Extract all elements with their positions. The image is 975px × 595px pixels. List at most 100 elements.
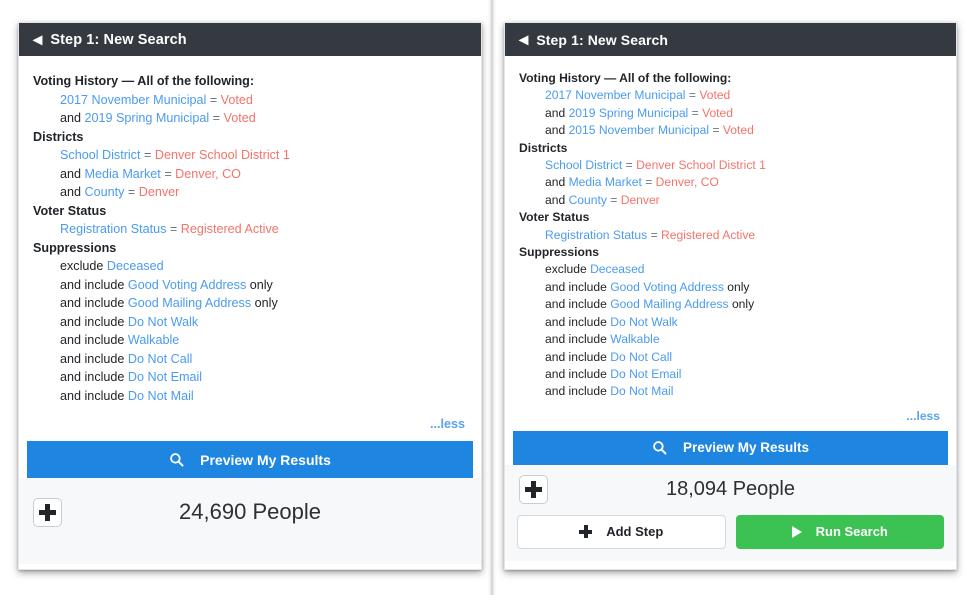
criteria-line[interactable]: and include Do Not Walk [519,314,942,331]
criteria-line[interactable]: and include Do Not Call [519,349,942,366]
criteria-field[interactable]: Registration Status [60,222,166,236]
criteria-line[interactable]: and include Do Not Call [33,350,467,369]
criteria-field[interactable]: Deceased [590,262,644,276]
criteria-line[interactable]: Registration Status = Registered Active [519,227,942,244]
criteria-conjunction: and include [545,332,607,347]
criteria-value[interactable]: Registered Active [661,228,755,242]
criteria-field[interactable]: Good Voting Address [610,280,724,294]
criteria-group-title: Voter Status [519,210,590,225]
criteria-line[interactable]: and include Do Not Walk [33,313,467,332]
criteria-line[interactable]: and include Do Not Email [519,366,942,383]
criteria-value[interactable]: Denver, CO [175,167,241,181]
criteria-value[interactable]: Denver School District 1 [155,148,290,162]
criteria-field[interactable]: Media Market [569,175,642,189]
criteria-line[interactable]: and include Good Mailing Address only [519,296,942,313]
criteria-field[interactable]: 2019 Spring Municipal [85,111,210,125]
criteria-field[interactable]: Good Mailing Address [610,297,728,311]
criteria-line[interactable]: 2017 November Municipal = Voted [519,87,942,104]
criteria-group-title: Districts [519,140,568,155]
criteria-value[interactable]: Voted [224,111,256,125]
add-step-label: Add Step [606,524,664,540]
criteria-line[interactable]: and 2019 Spring Municipal = Voted [519,105,942,122]
play-icon [791,525,802,538]
criteria-value[interactable]: Voted [699,88,730,102]
criteria-operator: = [169,222,178,236]
criteria-field[interactable]: Walkable [610,332,659,346]
criteria-line[interactable]: and include Do Not Mail [33,387,467,406]
criteria-line[interactable]: and include Good Voting Address only [519,279,942,296]
criteria-line[interactable]: and 2015 November Municipal = Voted [519,122,942,139]
criteria-value[interactable]: Voted [221,93,253,107]
criteria-field[interactable]: Do Not Call [610,350,672,364]
criteria-value[interactable]: Voted [702,106,733,120]
criteria-field[interactable]: Media Market [85,167,161,181]
criteria-line[interactable]: 2017 November Municipal = Voted [33,91,467,110]
criteria-field[interactable]: Do Not Walk [128,315,198,329]
criteria-line[interactable]: exclude Deceased [33,257,467,276]
back-caret-icon[interactable]: ◀ [33,33,42,45]
criteria-value[interactable]: Denver [621,193,660,207]
collapse-less-link[interactable]: ...less [906,409,940,423]
criteria-operator: = [691,105,699,120]
criteria-group-title: Voting History — All of the following: [33,74,255,88]
card-header-title: Step 1: New Search [50,31,187,48]
criteria-field[interactable]: Do Not Walk [610,315,677,329]
criteria-field[interactable]: 2017 November Municipal [60,93,206,107]
criteria-field[interactable]: County [85,185,125,199]
card-bottom-filler [19,546,481,564]
criteria-value[interactable]: Denver School District 1 [636,158,766,172]
criteria-field[interactable]: Do Not Email [610,367,681,381]
criteria-operator: = [164,166,172,181]
criteria-line[interactable]: School District = Denver School District… [33,146,467,165]
criteria-field[interactable]: Do Not Mail [610,384,673,398]
criteria-field[interactable]: Walkable [128,333,179,347]
criteria-line[interactable]: and include Walkable [33,331,467,350]
preview-results-button[interactable]: Preview My Results [513,430,948,465]
criteria-line[interactable]: and County = Denver [33,183,467,202]
criteria-field[interactable]: 2015 November Municipal [569,123,710,137]
criteria-conjunction: and include [60,370,125,384]
back-caret-icon[interactable]: ◀ [519,33,528,45]
plus-icon [579,525,593,539]
add-step-button[interactable]: Add Step [517,514,726,549]
criteria-field[interactable]: School District [60,148,140,162]
criteria-field[interactable]: 2019 Spring Municipal [569,106,689,120]
search-step-card-left: ◀ Step 1: New Search Voting History — All … [18,22,482,570]
collapse-less-link[interactable]: ...less [430,417,465,431]
criteria-operator: = [610,192,618,207]
criteria-field[interactable]: Deceased [107,259,164,273]
criteria-field[interactable]: Do Not Mail [128,389,194,403]
criteria-line[interactable]: Registration Status = Registered Active [33,220,467,239]
criteria-value[interactable]: Denver [139,185,180,199]
criteria-value[interactable]: Registered Active [181,222,279,236]
criteria-line[interactable]: and Media Market = Denver, CO [519,174,942,191]
criteria-line[interactable]: and include Walkable [519,331,942,348]
criteria-line[interactable]: and 2019 Spring Municipal = Voted [33,109,467,128]
criteria-line[interactable]: exclude Deceased [519,261,942,278]
criteria-field[interactable]: 2017 November Municipal [545,88,686,102]
criteria-field[interactable]: Registration Status [545,228,647,242]
criteria-conjunction: exclude [60,259,104,273]
criteria-field[interactable]: Good Mailing Address [128,296,251,310]
panel-divider-scrollbar[interactable] [488,0,496,595]
criteria-field[interactable]: County [569,193,607,207]
criteria-line[interactable]: and include Good Voting Address only [33,276,467,295]
criteria-field[interactable]: Do Not Call [128,352,192,366]
criteria-line[interactable]: School District = Denver School District… [519,157,942,174]
criteria-field[interactable]: School District [545,158,622,172]
criteria-line[interactable]: and include Good Mailing Address only [33,294,467,313]
criteria-line[interactable]: and County = Denver [519,192,942,209]
criteria-line[interactable]: and Media Market = Denver, CO [33,165,467,184]
add-criteria-button[interactable] [33,497,62,527]
criteria-value[interactable]: Denver, CO [656,175,719,189]
criteria-field[interactable]: Do Not Email [128,370,202,384]
preview-results-button[interactable]: Preview My Results [27,441,473,478]
criteria-value[interactable]: Voted [723,123,754,137]
criteria-line[interactable]: and include Do Not Mail [519,383,942,400]
add-criteria-button[interactable] [519,475,548,505]
preview-results-label: Preview My Results [682,440,810,456]
criteria-conjunction: and [545,192,566,207]
criteria-field[interactable]: Good Voting Address [128,278,246,292]
run-search-button[interactable]: Run Search [735,514,944,549]
criteria-line[interactable]: and include Do Not Email [33,368,467,387]
